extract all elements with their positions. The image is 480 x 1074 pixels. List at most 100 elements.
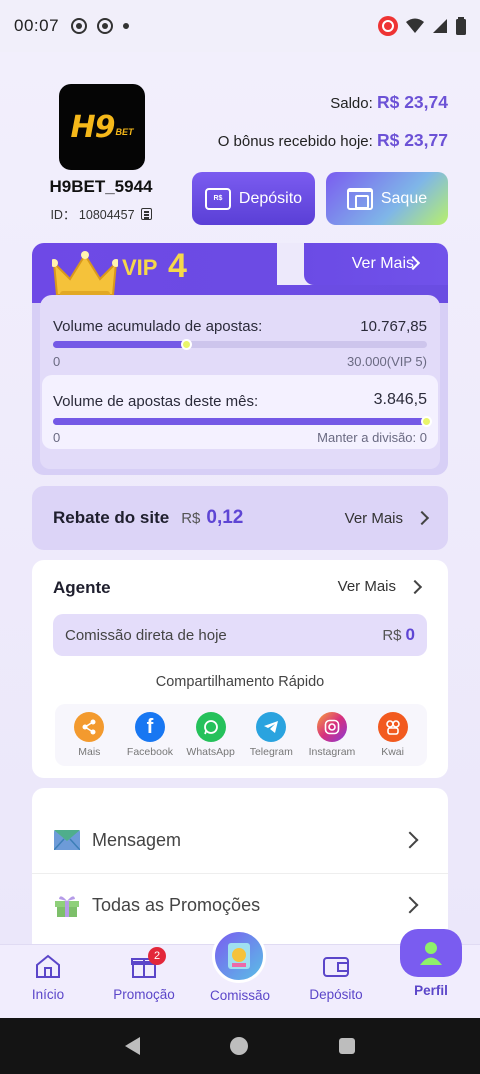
agent-more-label: Ver Mais xyxy=(337,578,396,595)
user-id: ID： 10804457 xyxy=(36,204,166,223)
rebate-more-label: Ver Mais xyxy=(344,509,403,527)
status-notification-icon xyxy=(71,18,88,34)
nav-commission-label: Comissão xyxy=(209,988,271,1003)
user-id-text: ID： 10804457 xyxy=(50,208,135,222)
share-icon xyxy=(74,712,105,742)
share-facebook-label: Facebook xyxy=(126,746,174,758)
share-whatsapp-button[interactable]: WhatsApp xyxy=(181,712,241,758)
deposit-button-label: Depósito xyxy=(238,189,303,207)
nav-deposit-label: Depósito xyxy=(309,987,363,1002)
telegram-icon xyxy=(256,712,287,742)
accumulated-progress-knob xyxy=(181,339,193,350)
accumulated-progress-bar xyxy=(53,339,427,350)
instagram-icon xyxy=(316,712,347,742)
rebate-title: Rebate do site xyxy=(53,508,170,527)
month-progress-knob xyxy=(421,416,432,427)
battery-icon xyxy=(456,17,466,35)
bottom-nav: Início 2 Promoção Comissão Depósito Perf… xyxy=(0,929,480,1018)
share-telegram-button[interactable]: Telegram xyxy=(241,712,301,758)
whatsapp-status-icon xyxy=(97,18,114,34)
withdraw-button-label: Saque xyxy=(380,189,428,207)
username: H9BET_5944 xyxy=(49,177,153,196)
status-bar: 00:07 xyxy=(0,0,480,52)
agent-more-link[interactable]: Ver Mais xyxy=(337,578,423,595)
bonus-today: O bônus recebido hoje: R$ 23,77 xyxy=(218,130,448,151)
month-keep-division: Manter a divisão: 0 xyxy=(317,430,427,445)
share-facebook-button[interactable]: f Facebook xyxy=(120,712,180,758)
rebate-more-link[interactable]: Ver Mais xyxy=(344,509,430,527)
quick-share-title: Compartilhamento Rápido xyxy=(155,674,325,690)
rebate-card[interactable]: Rebate do site R$ 0,12 Ver Mais xyxy=(32,486,448,550)
withdraw-button[interactable]: Saque xyxy=(326,172,448,225)
back-icon[interactable] xyxy=(125,1037,141,1055)
agent-title: Agente xyxy=(53,578,111,597)
month-label: Volume de apostas deste mês: xyxy=(53,393,259,410)
vip-more-label: Ver Mais xyxy=(351,255,414,272)
commission-amount: R$ 0 xyxy=(382,625,415,645)
accumulated-label: Volume acumulado de apostas: xyxy=(53,318,263,335)
share-kwai-label: Kwai xyxy=(381,746,404,758)
logo-text: H9 xyxy=(70,109,116,145)
wallet-icon-text: R$ xyxy=(213,195,223,202)
wallet-icon xyxy=(323,957,349,977)
share-more-label: Mais xyxy=(78,746,101,758)
user-icon xyxy=(420,942,442,965)
commission-value: 0 xyxy=(405,625,415,644)
system-nav-bar xyxy=(0,1018,480,1074)
nav-deposit[interactable]: Depósito xyxy=(291,953,381,1002)
nav-profile-button[interactable] xyxy=(400,929,462,977)
vip-more-link[interactable]: Ver Mais xyxy=(304,243,448,285)
deposit-button[interactable]: R$ Depósito xyxy=(192,172,315,225)
commission-label: Comissão direta de hoje xyxy=(65,626,227,644)
home-icon xyxy=(36,954,60,978)
promotion-badge: 2 xyxy=(148,947,166,965)
menu-item-messages[interactable]: Mensagem xyxy=(32,808,448,872)
more-notifications-dot-icon xyxy=(123,23,130,29)
accumulated-target: 30.000(VIP 5) xyxy=(347,354,427,369)
vip-card: Ver Mais VIP 4 Volume acumulado de apost… xyxy=(32,243,448,475)
bonus-label: O bônus recebido hoje: xyxy=(217,133,373,150)
quick-share-row: Mais f Facebook WhatsApp Telegram Instag… xyxy=(55,704,427,766)
app-logo: H9 BET xyxy=(59,84,145,170)
nav-promotion[interactable]: 2 Promoção xyxy=(99,947,189,1002)
nav-commission-button[interactable] xyxy=(212,929,266,983)
share-more-button[interactable]: Mais xyxy=(59,712,119,758)
month-progress-bar xyxy=(53,416,432,427)
agent-card: Agente Ver Mais Comissão direta de hoje … xyxy=(32,560,448,778)
wifi-icon xyxy=(406,18,424,33)
balance-label: Saldo: xyxy=(330,95,373,112)
chevron-right-icon xyxy=(401,896,419,914)
balance: Saldo: R$ 23,74 xyxy=(330,92,448,113)
vip-level: 4 xyxy=(168,247,187,285)
home-circle-icon[interactable] xyxy=(230,1037,249,1055)
screen-record-icon xyxy=(378,16,398,36)
share-kwai-button[interactable]: Kwai xyxy=(363,712,423,758)
profile-menu: Mensagem Todas as Promoções xyxy=(32,788,448,944)
recents-icon[interactable] xyxy=(338,1038,355,1054)
nav-home-label: Início xyxy=(31,987,65,1002)
menu-item-promotions[interactable]: Todas as Promoções xyxy=(32,873,448,937)
copy-icon[interactable] xyxy=(140,208,152,220)
commission-currency: R$ xyxy=(382,627,402,644)
accumulated-value: 10.767,85 xyxy=(360,318,427,335)
chevron-right-icon xyxy=(414,510,430,526)
vip-progress-panel: Volume acumulado de apostas: 10.767,85 0… xyxy=(40,295,440,469)
share-telegram-label: Telegram xyxy=(249,746,293,758)
nav-profile-label: Perfil xyxy=(414,983,448,998)
menu-promotions-label: Todas as Promoções xyxy=(92,894,261,915)
share-instagram-button[interactable]: Instagram xyxy=(302,712,362,758)
monthly-volume-box: Volume de apostas deste mês: 3.846,5 0 M… xyxy=(42,375,438,449)
month-progress-fill xyxy=(53,418,427,425)
gift-icon xyxy=(55,896,79,917)
accumulated-progress-fill xyxy=(53,341,188,348)
logo-sub: BET xyxy=(115,127,134,137)
commission-icon xyxy=(228,943,250,969)
gift-icon: 2 xyxy=(130,947,166,979)
month-value: 3.846,5 xyxy=(373,391,427,408)
accumulated-min: 0 xyxy=(53,354,61,369)
envelope-icon xyxy=(54,830,80,850)
atm-icon xyxy=(346,187,373,210)
rebate-value: 0,12 xyxy=(206,507,244,528)
vip-label: VIP xyxy=(122,255,158,280)
nav-home[interactable]: Início xyxy=(3,953,93,1002)
